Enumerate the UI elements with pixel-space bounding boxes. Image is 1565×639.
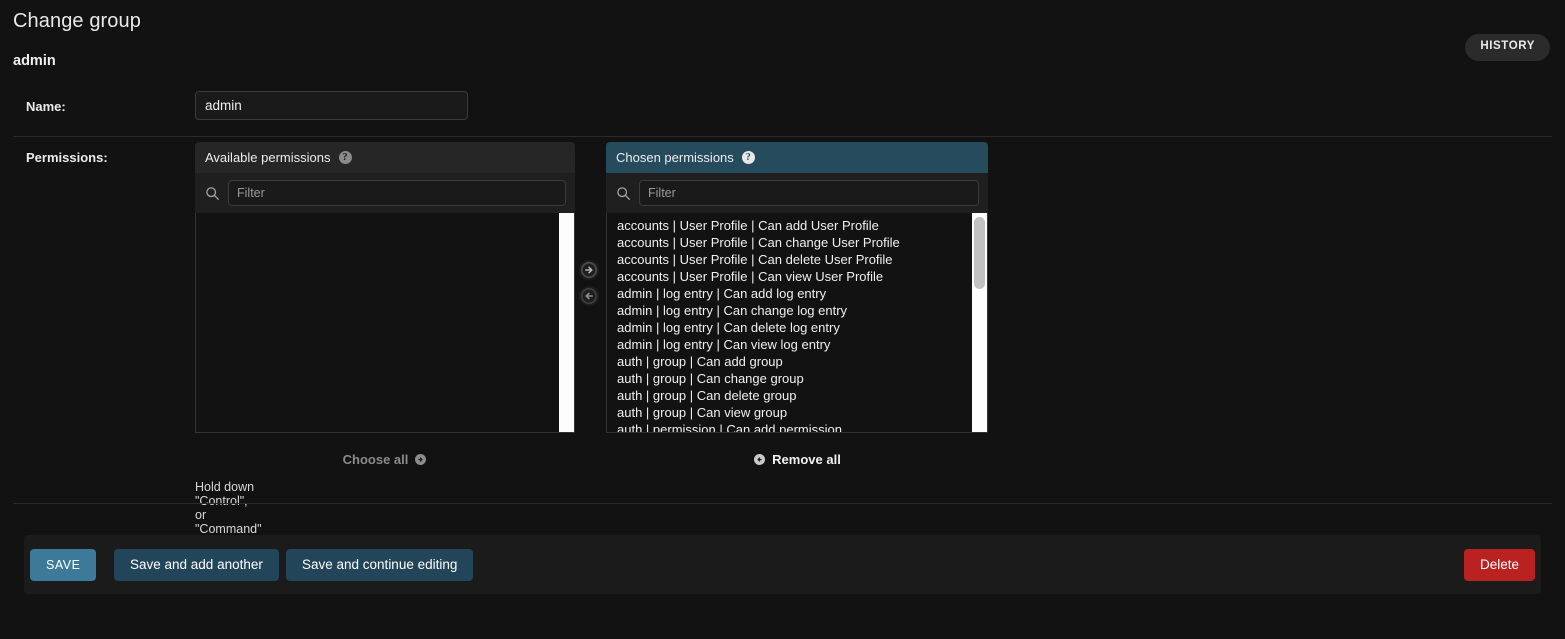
permission-option[interactable]: accounts | User Profile | Can change Use… [607, 234, 987, 251]
name-field-row: Name: [0, 88, 1565, 136]
save-and-continue-editing-button[interactable]: Save and continue editing [286, 549, 474, 581]
permission-option[interactable]: admin | log entry | Can change log entry [607, 302, 987, 319]
object-name-heading: admin [13, 53, 56, 69]
help-icon[interactable]: ? [741, 151, 755, 164]
permission-option[interactable]: accounts | User Profile | Can delete Use… [607, 251, 987, 268]
chosen-list-scrollbar[interactable] [972, 213, 987, 432]
permission-option[interactable]: accounts | User Profile | Can view User … [607, 268, 987, 285]
permission-option[interactable]: auth | group | Can delete group [607, 387, 987, 404]
remove-selected-button[interactable] [579, 286, 599, 306]
save-button[interactable]: SAVE [30, 549, 97, 581]
name-label: Name: [26, 99, 66, 114]
available-filter-bar [195, 173, 575, 213]
name-input[interactable] [195, 91, 468, 120]
add-selected-button[interactable] [579, 260, 599, 280]
chosen-filter-bar [606, 173, 988, 213]
available-permissions-title: Available permissions [205, 150, 331, 165]
save-and-add-another-button[interactable]: Save and add another [114, 549, 279, 581]
permission-option[interactable]: admin | log entry | Can delete log entry [607, 319, 987, 336]
form-divider [13, 136, 1552, 137]
arrow-left-circle-icon [753, 453, 766, 466]
available-permissions-list[interactable] [195, 213, 575, 433]
permissions-label: Permissions: [26, 150, 108, 165]
search-icon [616, 186, 631, 201]
permission-option[interactable]: auth | group | Can add group [607, 353, 987, 370]
choose-all-label: Choose all [342, 452, 409, 467]
page-title: Change group [13, 10, 141, 32]
permission-option[interactable]: auth | group | Can change group [607, 370, 987, 387]
chosen-permissions-title: Chosen permissions [616, 150, 734, 165]
arrow-right-circle-icon [414, 453, 427, 466]
scrollbar-thumb[interactable] [974, 217, 985, 289]
bottom-divider [13, 503, 1552, 504]
submit-row: SAVE Save and add another Save and conti… [24, 535, 1541, 594]
permission-option[interactable]: auth | permission | Can add permission [607, 421, 987, 432]
choose-all-link[interactable]: Choose all [343, 452, 428, 467]
remove-all-link[interactable]: Remove all [753, 452, 841, 467]
available-permissions-panel: Available permissions ? [195, 142, 575, 433]
delete-button[interactable]: Delete [1463, 549, 1535, 581]
chosen-filter-input[interactable] [639, 180, 979, 206]
choose-all-container: Choose all [195, 452, 575, 467]
available-list-scrollbar[interactable] [559, 213, 574, 432]
available-filter-input[interactable] [228, 180, 566, 206]
remove-all-label: Remove all [772, 452, 841, 467]
permission-option[interactable]: auth | group | Can view group [607, 404, 987, 421]
chosen-permissions-panel: Chosen permissions ? accounts | User Pro… [606, 142, 988, 433]
permission-option[interactable]: accounts | User Profile | Can add User P… [607, 217, 987, 234]
history-button[interactable]: HISTORY [1465, 34, 1550, 61]
permission-option[interactable]: admin | log entry | Can add log entry [607, 285, 987, 302]
chosen-permissions-header: Chosen permissions ? [606, 142, 988, 173]
search-icon [205, 186, 220, 201]
remove-all-container: Remove all [606, 452, 988, 469]
selector-arrow-buttons [579, 260, 599, 306]
help-icon[interactable]: ? [338, 151, 352, 164]
permission-option[interactable]: admin | log entry | Can view log entry [607, 336, 987, 353]
available-permissions-header: Available permissions ? [195, 142, 575, 173]
change-group-page: Change group HISTORY admin Name: Permiss… [0, 0, 1565, 639]
chosen-permissions-list[interactable]: accounts | User Profile | Can add User P… [606, 213, 988, 433]
